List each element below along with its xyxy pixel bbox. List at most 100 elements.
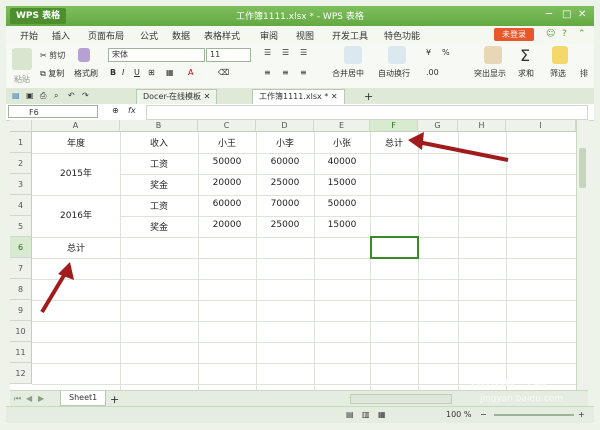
- row-header[interactable]: 3: [10, 174, 32, 195]
- row-header[interactable]: 10: [10, 321, 32, 342]
- formula-input[interactable]: [146, 105, 588, 120]
- cell-B2[interactable]: 工资: [120, 157, 198, 170]
- sheet-nav-next-icon[interactable]: ▶: [38, 394, 44, 403]
- align-right-icon[interactable]: ≡: [300, 68, 307, 77]
- tab-workbook[interactable]: 工作簿1111.xlsx * ✕: [252, 89, 345, 104]
- merge-icon[interactable]: [344, 46, 362, 64]
- sheet-nav-first-icon[interactable]: ⏮: [14, 394, 21, 404]
- undo-icon[interactable]: ↶: [68, 91, 75, 100]
- menu-insert[interactable]: 插入: [52, 29, 70, 42]
- cell-C2[interactable]: 50000: [198, 157, 256, 167]
- format-painter-button[interactable]: 格式刷: [74, 68, 98, 79]
- cell-C1[interactable]: 小王: [198, 136, 256, 149]
- tab-close-icon[interactable]: ✕: [331, 92, 338, 101]
- sort-button[interactable]: 排: [580, 68, 588, 79]
- cell-A1[interactable]: 年度: [32, 136, 120, 149]
- row-header[interactable]: 7: [10, 258, 32, 279]
- column-header[interactable]: C: [198, 120, 256, 132]
- filter-button[interactable]: 筛选: [550, 68, 566, 79]
- menu-developer[interactable]: 开发工具: [332, 29, 368, 42]
- cell-D2[interactable]: 60000: [256, 157, 314, 167]
- menu-review[interactable]: 审阅: [260, 29, 278, 42]
- column-header[interactable]: E: [314, 120, 370, 132]
- sum-button[interactable]: 求和: [518, 68, 534, 79]
- clear-format-icon[interactable]: ⌫: [218, 68, 229, 77]
- column-header[interactable]: A: [32, 120, 120, 132]
- align-middle-icon[interactable]: ☰: [282, 48, 289, 57]
- skin-icon[interactable]: ☺: [546, 29, 555, 39]
- spreadsheet-grid[interactable]: A B C D E F G H I 1 2 3 4 5 6 7 8 9 10 1…: [10, 120, 588, 390]
- cell-C5[interactable]: 20000: [198, 220, 256, 230]
- cut-button[interactable]: ✂ 剪切: [40, 50, 65, 61]
- font-size-select[interactable]: 11: [206, 48, 251, 62]
- decimal-icon[interactable]: .00: [426, 68, 439, 77]
- login-button[interactable]: 未登录: [494, 28, 534, 41]
- paste-button[interactable]: 粘贴: [14, 74, 30, 85]
- cell-E5[interactable]: 15000: [314, 220, 370, 230]
- currency-icon[interactable]: ¥: [426, 48, 431, 57]
- fill-color-icon[interactable]: ▦: [166, 68, 174, 77]
- wrap-text-icon[interactable]: [388, 46, 406, 64]
- print-icon[interactable]: ⎙: [40, 91, 46, 101]
- row-header[interactable]: 8: [10, 279, 32, 300]
- italic-button[interactable]: I: [122, 68, 124, 77]
- underline-button[interactable]: U: [134, 68, 140, 77]
- close-icon[interactable]: ✕: [578, 9, 586, 20]
- row-header[interactable]: 2: [10, 153, 32, 174]
- column-header[interactable]: D: [256, 120, 314, 132]
- cell-E4[interactable]: 50000: [314, 199, 370, 209]
- format-painter-icon[interactable]: [78, 48, 90, 62]
- cell-B3[interactable]: 奖金: [120, 178, 198, 191]
- cell-C3[interactable]: 20000: [198, 178, 256, 188]
- tab-close-icon[interactable]: ✕: [204, 92, 211, 101]
- cell-B1[interactable]: 收入: [120, 136, 198, 149]
- new-tab-icon[interactable]: +: [364, 90, 373, 103]
- zoom-slider[interactable]: [494, 414, 574, 416]
- wrap-text-button[interactable]: 自动换行: [378, 68, 410, 79]
- menu-view[interactable]: 视图: [296, 29, 314, 42]
- preview-icon[interactable]: ⌕: [54, 91, 58, 101]
- select-all-corner[interactable]: [10, 120, 32, 132]
- cell-B4[interactable]: 工资: [120, 199, 198, 212]
- menu-table-style[interactable]: 表格样式: [204, 29, 240, 42]
- cell-D1[interactable]: 小李: [256, 136, 314, 149]
- zoom-out-icon[interactable]: −: [480, 410, 487, 419]
- cell-E2[interactable]: 40000: [314, 157, 370, 167]
- paste-icon[interactable]: [12, 48, 32, 70]
- menu-data[interactable]: 数据: [172, 29, 190, 42]
- cell-D3[interactable]: 25000: [256, 178, 314, 188]
- align-bottom-icon[interactable]: ☰: [300, 48, 307, 57]
- normal-view-icon[interactable]: ▤: [346, 410, 354, 419]
- help-icon[interactable]: ?: [562, 29, 567, 39]
- copy-button[interactable]: ⧉ 复制: [40, 68, 64, 79]
- menu-features[interactable]: 特色功能: [384, 29, 420, 42]
- sheet-nav-prev-icon[interactable]: ◀: [26, 394, 32, 403]
- row-header[interactable]: 1: [10, 132, 32, 153]
- cell-D4[interactable]: 70000: [256, 199, 314, 209]
- cell-A6[interactable]: 总计: [32, 241, 120, 254]
- row-header[interactable]: 9: [10, 300, 32, 321]
- zoom-in-icon[interactable]: +: [578, 410, 585, 419]
- row-header[interactable]: 4: [10, 195, 32, 216]
- page-layout-icon[interactable]: ▥: [362, 410, 370, 419]
- align-left-icon[interactable]: ≡: [264, 68, 271, 77]
- row-header[interactable]: 11: [10, 342, 32, 363]
- align-top-icon[interactable]: ☰: [264, 48, 271, 57]
- cell-E1[interactable]: 小张: [314, 136, 370, 149]
- row-header[interactable]: 5: [10, 216, 32, 237]
- conditional-format-button[interactable]: 突出显示: [474, 68, 506, 79]
- sheet-tab-sheet1[interactable]: Sheet1: [60, 391, 107, 406]
- cell-D5[interactable]: 25000: [256, 220, 314, 230]
- scroll-thumb[interactable]: [579, 148, 586, 188]
- cell-A4-merged[interactable]: 2016年: [32, 208, 120, 221]
- app-menu-button[interactable]: WPS 表格: [10, 8, 67, 24]
- new-file-icon[interactable]: ▤: [12, 91, 20, 100]
- cell-E3[interactable]: 15000: [314, 178, 370, 188]
- cell-A2-merged[interactable]: 2015年: [32, 166, 120, 179]
- maximize-icon[interactable]: □: [562, 9, 571, 20]
- page-break-icon[interactable]: ▦: [378, 410, 386, 419]
- sum-icon[interactable]: Σ: [520, 46, 530, 65]
- column-header[interactable]: B: [120, 120, 198, 132]
- row-header[interactable]: 12: [10, 363, 32, 384]
- menu-home[interactable]: 开始: [20, 29, 38, 42]
